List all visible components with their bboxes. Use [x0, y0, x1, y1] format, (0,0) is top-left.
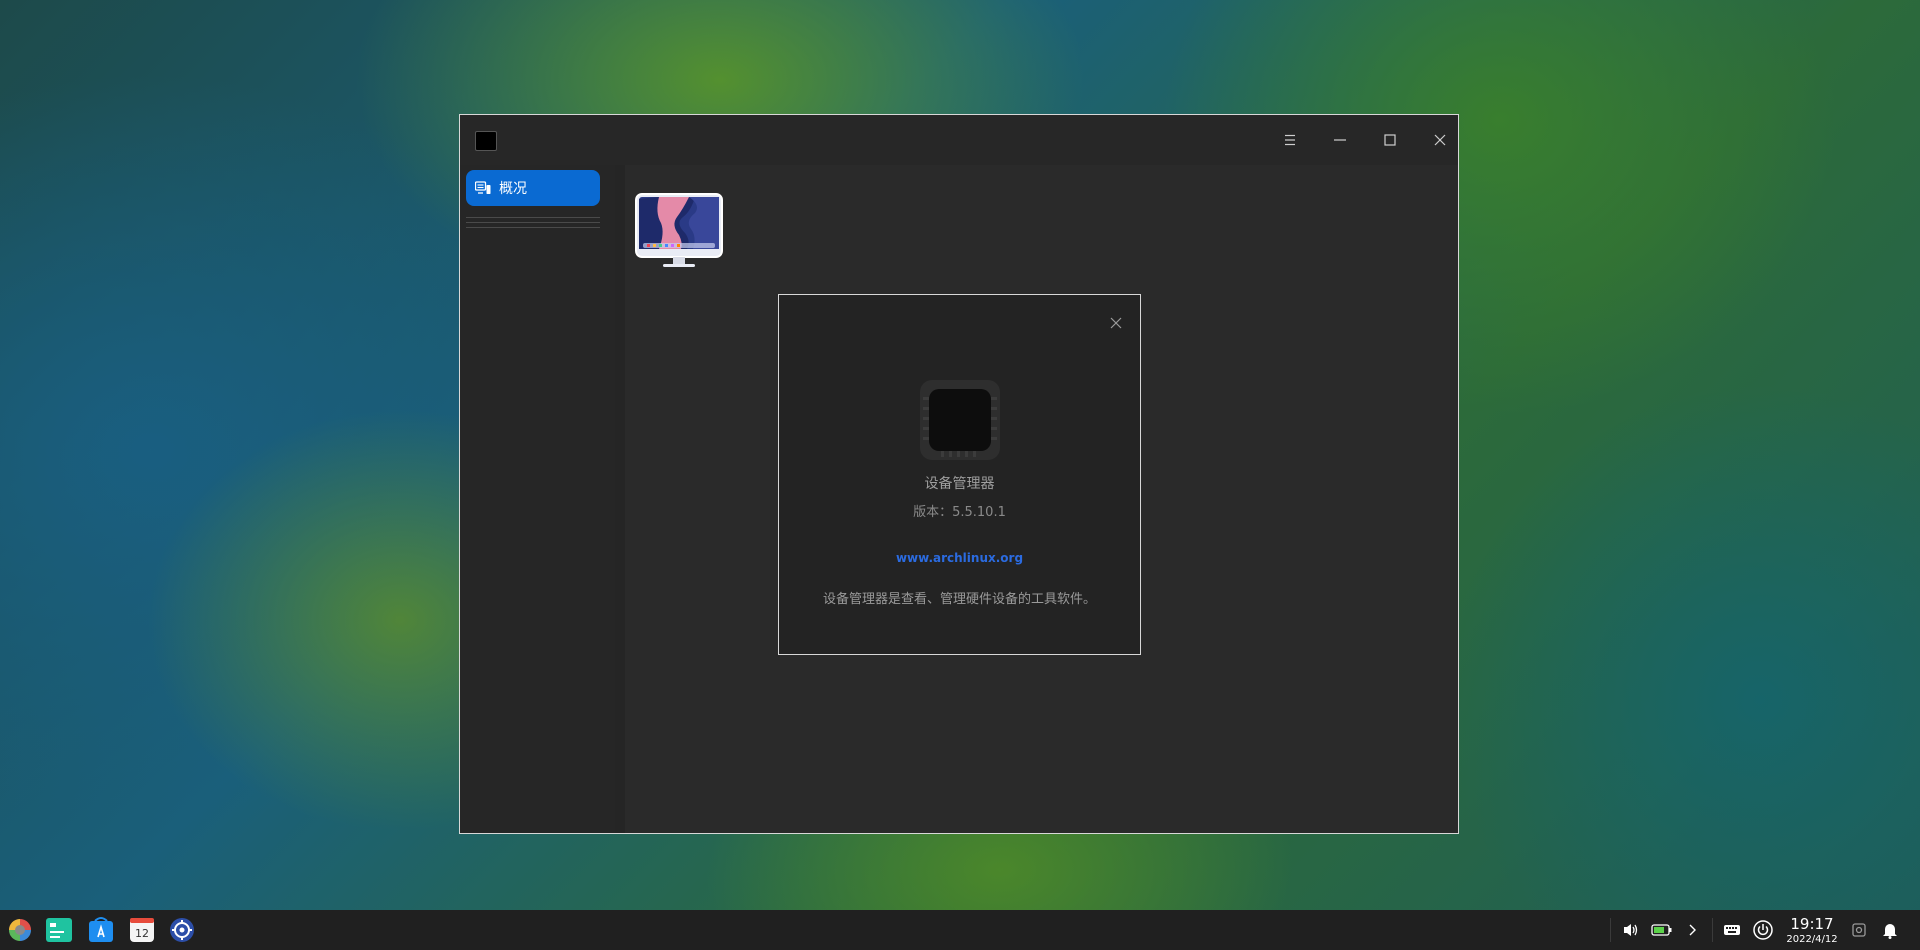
close-button[interactable] — [1425, 125, 1455, 155]
battery-button[interactable] — [1650, 919, 1674, 941]
settings-icon[interactable] — [169, 917, 195, 943]
app-store-icon[interactable] — [88, 917, 114, 943]
volume-icon — [1624, 924, 1638, 936]
clock-date[interactable]: 2022/4/12 — [1782, 934, 1842, 945]
screenshot-icon — [1852, 923, 1866, 937]
about-version: 版本：5.5.10.1 — [913, 505, 1006, 520]
computer-overview-icon — [635, 193, 723, 267]
minimize-icon — [1334, 139, 1346, 141]
overview-icon — [475, 181, 491, 194]
tray-separator — [1712, 918, 1713, 942]
maximize-button[interactable] — [1375, 125, 1405, 155]
taskbar: 12 19:17 2022/4/12 — [0, 910, 1920, 950]
volume-button[interactable] — [1620, 919, 1642, 941]
calendar-day: 12 — [135, 927, 149, 940]
power-button[interactable] — [1751, 919, 1775, 941]
content-divider — [615, 165, 625, 833]
battery-icon — [1651, 924, 1672, 936]
clock-time[interactable]: 19:17 — [1786, 915, 1838, 933]
about-app-name: 设备管理器 — [924, 476, 995, 492]
keyboard-button[interactable] — [1720, 919, 1744, 941]
about-dialog: 设备管理器 版本：5.5.10.1 www.archlinux.org 设备管理… — [778, 294, 1141, 655]
sidebar-item-label: 概况 — [499, 181, 527, 197]
launcher-icon[interactable] — [7, 917, 33, 943]
power-icon — [1753, 920, 1773, 940]
sidebar: 概况 — [460, 165, 615, 833]
bell-icon — [1883, 924, 1897, 939]
about-website-link[interactable]: www.archlinux.org — [779, 551, 1140, 565]
tray-separator — [1610, 918, 1611, 942]
keyboard-icon — [1724, 925, 1740, 935]
menu-icon — [1285, 134, 1295, 146]
app-icon — [475, 131, 497, 151]
sidebar-item-overview[interactable]: 概况 — [466, 170, 600, 206]
maximize-icon — [1384, 134, 1396, 146]
chevron-right-icon — [1689, 924, 1696, 936]
screenshot-button[interactable] — [1848, 919, 1870, 941]
expand-tray-button[interactable] — [1683, 919, 1701, 941]
calendar-icon[interactable]: 12 — [129, 917, 155, 943]
menu-button[interactable] — [1275, 125, 1305, 155]
about-close-button[interactable] — [1105, 312, 1127, 334]
close-icon — [1434, 134, 1446, 146]
minimize-button[interactable] — [1325, 125, 1355, 155]
about-description: 设备管理器是查看、管理硬件设备的工具软件。 — [822, 592, 1096, 607]
close-icon — [1110, 317, 1122, 329]
window-titlebar[interactable] — [460, 115, 1458, 165]
deepin-terminal-icon[interactable] — [46, 917, 72, 943]
sidebar-placeholder-lines — [466, 217, 600, 232]
notification-button[interactable] — [1879, 919, 1901, 941]
device-manager-chip-icon — [920, 380, 1000, 460]
